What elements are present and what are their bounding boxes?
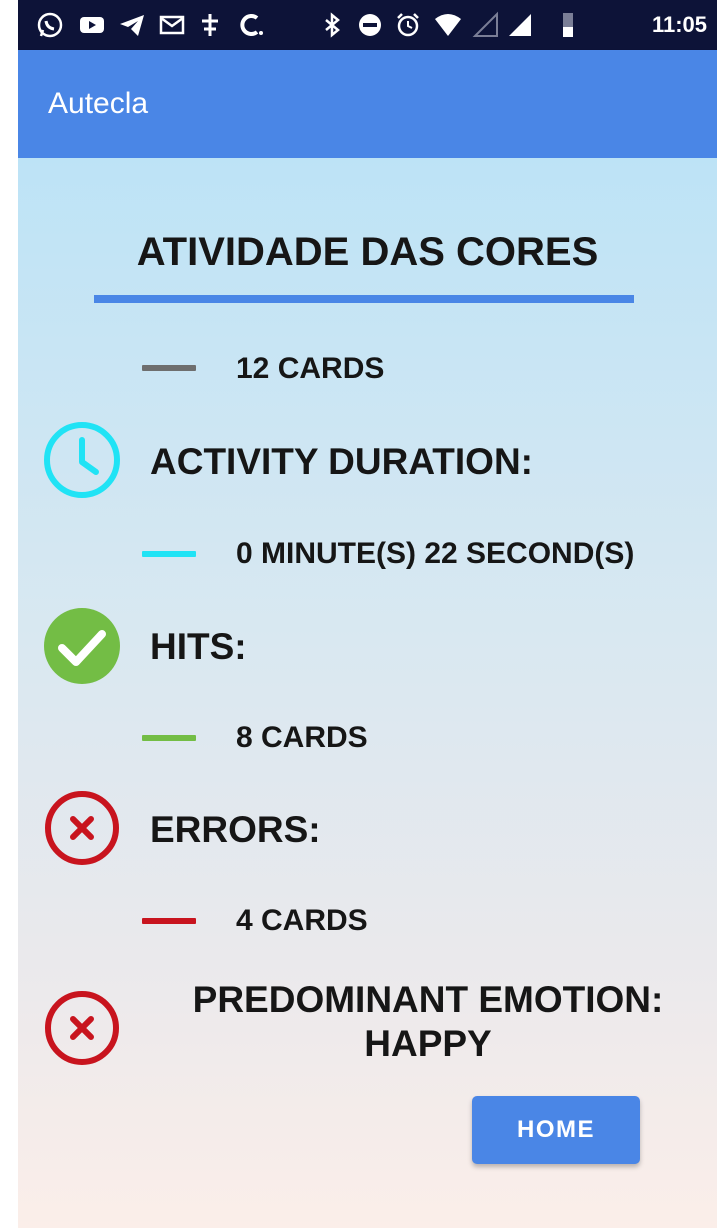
whatsapp-icon	[37, 12, 63, 38]
results-content: ATIVIDADE DAS CORES 12 CARDS ACTIVITY DU…	[18, 158, 717, 1228]
signal-icon	[472, 11, 498, 37]
app-title: Autecla	[48, 87, 149, 120]
app-screen: 11:05 Autecla ATIVIDADE DAS CORES 12 CAR…	[18, 0, 717, 1228]
activity-title: ATIVIDADE DAS CORES	[136, 230, 599, 274]
check-circle-icon	[44, 608, 120, 684]
hits-value: 8 CARDS	[236, 721, 368, 754]
status-bar: 11:05	[18, 0, 717, 50]
status-time: 11:05	[651, 12, 707, 37]
app-icon	[202, 14, 218, 36]
duration-dash	[142, 551, 196, 557]
predominant-emotion: PREDOMINANT EMOTION: HAPPY	[158, 978, 698, 1066]
hits-label: HITS:	[150, 626, 247, 667]
duration-label: ACTIVITY DURATION:	[150, 441, 534, 482]
x-circle-icon	[45, 991, 119, 1065]
errors-value: 4 CARDS	[236, 904, 368, 937]
duration-value: 0 MINUTE(S) 22 SECOND(S)	[236, 537, 635, 570]
battery-icon	[563, 13, 573, 37]
c-app-icon	[240, 14, 263, 36]
bluetooth-icon	[325, 12, 340, 38]
do-not-disturb-icon	[359, 14, 381, 36]
home-button[interactable]: HOME	[472, 1096, 640, 1164]
x-circle-icon	[45, 791, 119, 865]
signal-icon	[509, 14, 531, 36]
alarm-icon	[397, 13, 419, 37]
app-bar: Autecla	[18, 50, 717, 158]
telegram-icon	[120, 15, 144, 36]
hits-dash	[142, 735, 196, 741]
youtube-icon	[80, 17, 104, 33]
emotion-value: HAPPY	[364, 1023, 492, 1064]
emotion-label: PREDOMINANT EMOTION:	[192, 979, 664, 1020]
errors-dash	[142, 918, 196, 924]
errors-label: ERRORS:	[150, 809, 321, 850]
wifi-icon	[435, 14, 461, 36]
total-cards-dash	[142, 365, 196, 371]
clock-icon	[44, 422, 120, 498]
title-underline	[94, 295, 634, 303]
gmail-icon	[159, 15, 185, 35]
total-cards-value: 12 CARDS	[236, 352, 385, 385]
